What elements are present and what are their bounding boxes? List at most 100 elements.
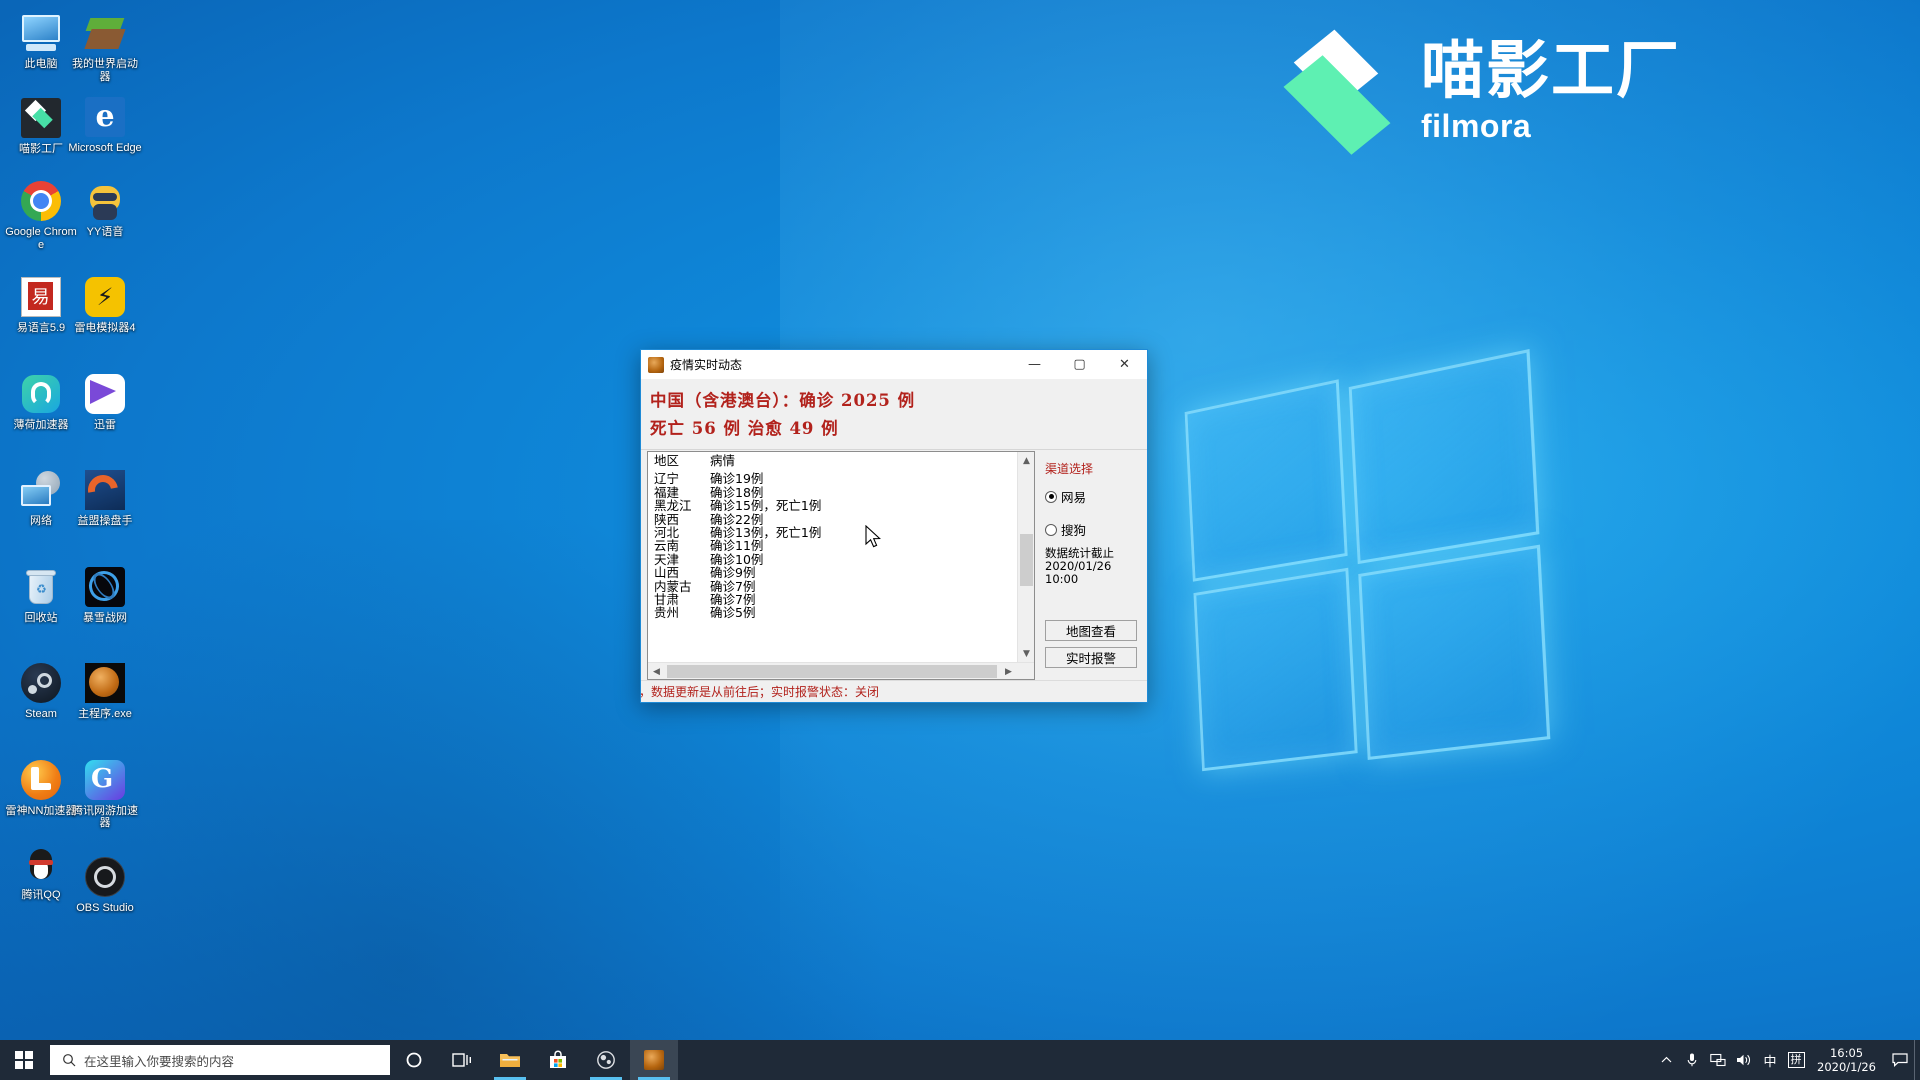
action-center-icon <box>1892 1053 1908 1067</box>
maximize-button[interactable]: ▢ <box>1057 350 1102 379</box>
battlenet-icon <box>82 564 128 610</box>
table-row[interactable]: 黑龙江 确诊15例，死亡1例 <box>648 498 1034 514</box>
scroll-up-icon[interactable]: ▲ <box>1018 452 1034 469</box>
steam-icon <box>18 660 64 706</box>
table-row[interactable]: 河北 确诊13例，死亡1例 <box>648 526 1034 540</box>
radio-unselected-icon[interactable] <box>1045 523 1057 536</box>
taskbar-clock[interactable]: 16:05 2020/1/26 <box>1809 1040 1886 1080</box>
desktop-icon-tencent-game-accelerator[interactable]: G 腾讯网游加速器 <box>66 753 144 830</box>
channel-panel-legend: 渠道选择 <box>1045 462 1094 476</box>
taskbar-file-explorer-button[interactable] <box>486 1040 534 1080</box>
recycle-bin-icon: ♻ <box>18 564 64 610</box>
clock-time: 16:05 <box>1829 1046 1864 1060</box>
table-row[interactable]: 陕西 确诊22例 <box>648 512 1034 526</box>
region-table[interactable]: 地区 病情 辽宁 确诊19例 福建 确诊18例 黑龙江 确诊15例，死亡1例 陕… <box>647 451 1035 680</box>
network-icon <box>18 467 64 513</box>
obs-studio-icon <box>597 1051 615 1069</box>
region-table-viewport[interactable]: 地区 病情 辽宁 确诊19例 福建 确诊18例 黑龙江 确诊15例，死亡1例 陕… <box>648 452 1034 679</box>
microphone-icon[interactable] <box>1679 1040 1705 1080</box>
desktop-icon-ldplayer[interactable]: ⚡ 雷电模拟器4 <box>66 270 144 335</box>
table-row[interactable]: 内蒙古 确诊7例 <box>648 579 1034 593</box>
cell-condition: 确诊15例，死亡1例 <box>710 498 822 514</box>
horizontal-scrollbar-thumb[interactable] <box>667 665 997 678</box>
taskbar-search-box[interactable]: 在这里输入你要搜索的内容 <box>50 1045 390 1075</box>
yimeng-icon <box>82 467 128 513</box>
search-icon <box>63 1054 76 1067</box>
filmora-watermark-text: 喵影工厂 filmora <box>1421 32 1681 145</box>
desktop-icon-yimeng[interactable]: 益盟操盘手 <box>66 463 144 528</box>
volume-icon[interactable] <box>1731 1040 1757 1080</box>
filmora-icon <box>18 95 64 141</box>
desktop-icon-label: 我的世界启动器 <box>72 58 138 83</box>
desktop-icon-microsoft-edge[interactable]: e Microsoft Edge <box>66 90 144 155</box>
desktop-icon-thunder[interactable]: 迅雷 <box>66 367 144 432</box>
ime-pinyin-icon[interactable]: 拼 <box>1783 1040 1809 1080</box>
start-button[interactable] <box>0 1040 48 1080</box>
yy-voice-icon <box>82 178 128 224</box>
desktop-icon-minecraft-launcher[interactable]: 我的世界启动器 <box>66 6 144 83</box>
epidemic-realtime-window[interactable]: 疫情实时动态 — ▢ ✕ 中国（含港澳台）：确诊 2025 例 死亡 56 例 … <box>640 349 1148 703</box>
radio-netease[interactable]: 网易 <box>1045 487 1147 506</box>
desktop-icon-main-program-exe[interactable]: 主程序.exe <box>66 656 144 721</box>
google-chrome-icon <box>18 178 64 224</box>
table-header-region: 地区 <box>654 453 680 468</box>
desktop[interactable]: 此电脑 喵影工厂 Google Chrome 易 易语言5.9 薄荷加速器 网络… <box>0 0 1920 1080</box>
minimize-button[interactable]: — <box>1012 350 1057 379</box>
show-desktop-button[interactable] <box>1914 1040 1920 1080</box>
summary-line-deaths-cured: 死亡 56 例 治愈 49 例 <box>650 419 839 438</box>
table-row[interactable]: 天津 确诊10例 <box>648 551 1034 567</box>
desktop-icon-label: OBS Studio <box>76 901 134 914</box>
panel-buttons: 地图查看 实时报警 <box>1045 620 1137 674</box>
summary-banner: 中国（含港澳台）：确诊 2025 例 死亡 56 例 治愈 49 例 <box>641 379 1147 450</box>
search-placeholder: 在这里输入你要搜索的内容 <box>84 1053 235 1069</box>
desktop-icon-label: 主程序.exe <box>78 708 132 720</box>
table-row[interactable]: 云南 确诊11例 <box>648 538 1034 554</box>
network-icon[interactable] <box>1705 1040 1731 1080</box>
cell-region: 贵州 <box>654 605 680 621</box>
filmora-watermark: 喵影工厂 filmora <box>1283 29 1681 162</box>
vertical-scrollbar[interactable]: ▲ ▼ <box>1017 452 1034 662</box>
cell-condition: 确诊9例 <box>710 565 756 581</box>
table-row[interactable]: 贵州 确诊5例 <box>648 605 1034 621</box>
cell-region: 天津 <box>654 551 680 567</box>
scroll-left-icon[interactable]: ◀ <box>648 663 665 680</box>
taskbar-obs-studio-button[interactable] <box>582 1040 630 1080</box>
horizontal-scrollbar[interactable]: ◀ ▶ <box>648 662 1034 679</box>
desktop-icon-obs-studio[interactable]: OBS Studio <box>66 850 144 915</box>
table-row[interactable]: 甘肃 确诊7例 <box>648 593 1034 607</box>
desktop-icon-label: 迅雷 <box>94 418 116 431</box>
scroll-down-icon[interactable]: ▼ <box>1018 645 1034 662</box>
table-header-row: 地区 病情 <box>648 453 1034 468</box>
taskbar-cortana-button[interactable] <box>390 1040 438 1080</box>
this-pc-icon <box>18 10 64 56</box>
cell-region: 云南 <box>654 538 680 554</box>
table-row[interactable]: 福建 确诊18例 <box>648 485 1034 499</box>
desktop-icon-battlenet[interactable]: 暴雪战网 <box>66 560 144 625</box>
data-cutoff-note: 数据统计截止 2020/01/26 10:00 <box>1045 547 1147 586</box>
scroll-right-icon[interactable]: ▶ <box>1000 663 1017 680</box>
taskbar[interactable]: 在这里输入你要搜索的内容 中 拼 16:05 2020/1/26 <box>0 1040 1920 1080</box>
taskbar-task-view-button[interactable] <box>438 1040 486 1080</box>
cell-region: 辽宁 <box>654 471 680 487</box>
taskbar-epidemic-app-button[interactable] <box>630 1040 678 1080</box>
desktop-icon-yy-voice[interactable]: YY语音 <box>66 174 144 239</box>
show-hidden-icons-chevron[interactable] <box>1653 1040 1679 1080</box>
radio-sogou[interactable]: 搜狗 <box>1045 520 1147 539</box>
watermark-en-label: filmora <box>1421 108 1532 144</box>
ime-chinese-icon[interactable]: 中 <box>1757 1040 1783 1080</box>
desktop-icon-column-2: 我的世界启动器 e Microsoft Edge YY语音 ⚡ 雷电模拟器4 迅… <box>66 6 144 914</box>
map-view-button[interactable]: 地图查看 <box>1045 620 1137 641</box>
system-tray: 中 拼 16:05 2020/1/26 <box>1653 1040 1920 1080</box>
table-row[interactable]: 辽宁 确诊19例 <box>648 471 1034 487</box>
table-row[interactable]: 山西 确诊9例 <box>648 565 1034 581</box>
close-button[interactable]: ✕ <box>1102 350 1147 379</box>
radio-selected-icon[interactable] <box>1045 490 1057 503</box>
cell-condition: 确诊19例 <box>710 471 764 487</box>
action-center-button[interactable] <box>1886 1040 1914 1080</box>
window-status-bar: 信息，数据更新是从前往后；实时报警状态：关闭 <box>641 680 1147 702</box>
vertical-scrollbar-thumb[interactable] <box>1020 534 1033 586</box>
realtime-alarm-button[interactable]: 实时报警 <box>1045 647 1137 668</box>
window-title-bar[interactable]: 疫情实时动态 — ▢ ✕ <box>641 350 1147 379</box>
taskbar-microsoft-store-button[interactable] <box>534 1040 582 1080</box>
desktop-icon-label: 益盟操盘手 <box>77 515 133 527</box>
